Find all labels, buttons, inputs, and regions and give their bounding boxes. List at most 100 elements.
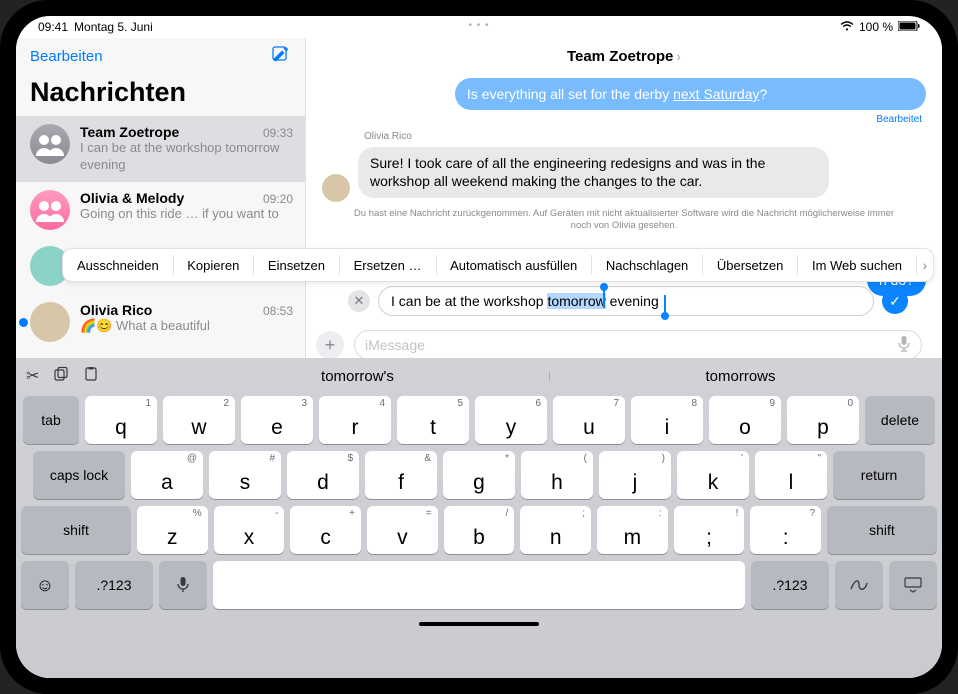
emoji-key[interactable]: ☺ [21, 561, 69, 609]
conversation-header[interactable]: Team Zoetrope › [306, 38, 942, 74]
selection-handle-end-icon[interactable] [664, 295, 666, 313]
context-autofill[interactable]: Automatisch ausfüllen [436, 249, 591, 281]
draft-input[interactable]: I can be at the workshop tomorrow evenin… [378, 286, 874, 316]
key-h[interactable]: (h [521, 451, 593, 499]
key-n[interactable]: ;n [520, 506, 591, 554]
key-o[interactable]: 9o [709, 396, 781, 444]
numsym-key-left[interactable]: .?123 [75, 561, 153, 609]
close-draft-button[interactable]: ✕ [348, 290, 370, 312]
dictation-key[interactable] [159, 561, 207, 609]
key-v[interactable]: =v [367, 506, 438, 554]
cut-tool-icon[interactable]: ✂ [26, 366, 39, 387]
delete-key[interactable]: delete [865, 396, 935, 444]
received-message[interactable]: Sure! I took care of all the engineering… [358, 147, 829, 197]
paste-tool-icon[interactable] [83, 366, 99, 387]
sidebar-title: Nachrichten [16, 71, 305, 116]
capslock-key[interactable]: caps lock [33, 451, 125, 499]
tab-key[interactable]: tab [23, 396, 79, 444]
handwriting-key[interactable] [835, 561, 883, 609]
key-t[interactable]: 5t [397, 396, 469, 444]
conversation-name: Olivia Rico [80, 302, 152, 318]
shift-key-left[interactable]: shift [21, 506, 131, 554]
copy-tool-icon[interactable] [53, 366, 69, 387]
text-context-menu: Ausschneiden Kopieren Einsetzen Ersetzen… [62, 248, 934, 282]
sent-message[interactable]: Is everything all set for the derby next… [455, 78, 926, 110]
conversation-preview: Going on this ride … if you want to [80, 206, 293, 223]
confirm-edit-button[interactable]: ✓ [882, 288, 908, 314]
keyboard: ✂ tomorrow's tomorrows tab1q2w3e4r5t6y7u… [16, 358, 942, 678]
dismiss-keyboard-key[interactable] [889, 561, 937, 609]
key-b[interactable]: /b [444, 506, 515, 554]
key-e[interactable]: 3e [241, 396, 313, 444]
suggestion[interactable]: tomorrows [549, 368, 932, 385]
numsym-key-right[interactable]: .?123 [751, 561, 829, 609]
compose-input[interactable]: iMessage [354, 330, 922, 360]
key-z[interactable]: %z [137, 506, 208, 554]
multitask-dots[interactable]: • • • [468, 20, 489, 31]
context-translate[interactable]: Übersetzen [703, 249, 797, 281]
key-p[interactable]: 0p [787, 396, 859, 444]
status-date: Montag 5. Juni [74, 20, 153, 34]
conversation-time: 08:53 [263, 304, 293, 318]
suggestion[interactable]: tomorrow's [166, 368, 549, 385]
context-websearch[interactable]: Im Web suchen [798, 249, 916, 281]
battery-text: 100 % [859, 20, 893, 34]
conversation-time: 09:20 [263, 192, 293, 206]
key-f[interactable]: &f [365, 451, 437, 499]
draft-text-before: I can be at the workshop [391, 293, 547, 309]
wifi-icon [840, 20, 854, 34]
key-l[interactable]: "l [755, 451, 827, 499]
chevron-right-icon: › [676, 48, 681, 64]
sender-label: Olivia Rico [364, 131, 926, 142]
context-paste[interactable]: Einsetzen [254, 249, 339, 281]
conversation-item[interactable]: Olivia & Melody09:20 Going on this ride … [16, 182, 305, 238]
retraction-notice: Du hast eine Nachricht zurückgenommen. A… [352, 208, 896, 233]
edit-button[interactable]: Bearbeiten [30, 48, 103, 65]
home-indicator[interactable] [419, 622, 539, 626]
link-text[interactable]: next Saturday [673, 86, 759, 102]
edited-label: Bearbeitet [322, 114, 922, 125]
conversation-preview: I can be at the workshop tomorrow evenin… [80, 140, 293, 174]
key-y[interactable]: 6y [475, 396, 547, 444]
key-c[interactable]: +c [290, 506, 361, 554]
conversation-preview: 🌈😊 What a beautiful [80, 318, 293, 335]
dictation-icon[interactable] [897, 335, 911, 356]
key-q[interactable]: 1q [85, 396, 157, 444]
key-j[interactable]: )j [599, 451, 671, 499]
key-;[interactable]: !; [674, 506, 745, 554]
shift-key-right[interactable]: shift [827, 506, 937, 554]
context-cut[interactable]: Ausschneiden [63, 249, 173, 281]
return-key[interactable]: return [833, 451, 925, 499]
key-u[interactable]: 7u [553, 396, 625, 444]
avatar-icon [322, 174, 350, 202]
key-r[interactable]: 4r [319, 396, 391, 444]
key-k[interactable]: 'k [677, 451, 749, 499]
compose-placeholder: iMessage [365, 337, 425, 353]
key-d[interactable]: $d [287, 451, 359, 499]
draft-selection[interactable]: tomorrow [547, 293, 605, 309]
key-x[interactable]: -x [214, 506, 285, 554]
conversation-item[interactable]: Olivia Rico 08:53 🌈😊 What a beautiful [16, 294, 305, 350]
draft-text-after: evening [606, 293, 659, 309]
avatar-group-icon [30, 124, 70, 164]
context-lookup[interactable]: Nachschlagen [592, 249, 702, 281]
context-more-icon[interactable]: › [917, 257, 933, 273]
key-m[interactable]: :m [597, 506, 668, 554]
key-w[interactable]: 2w [163, 396, 235, 444]
compose-button[interactable] [271, 44, 291, 69]
conversation-item[interactable]: Team Zoetrope 09:33 I can be at the works… [16, 116, 305, 182]
add-attachment-button[interactable]: + [316, 331, 344, 359]
unread-dot-icon [19, 318, 28, 327]
conversation-time: 09:33 [263, 126, 293, 140]
space-key[interactable] [213, 561, 745, 609]
key-i[interactable]: 8i [631, 396, 703, 444]
key-s[interactable]: #s [209, 451, 281, 499]
key-g[interactable]: *g [443, 451, 515, 499]
key-a[interactable]: @a [131, 451, 203, 499]
status-time: 09:41 [38, 20, 68, 34]
context-replace[interactable]: Ersetzen … [340, 249, 436, 281]
context-copy[interactable]: Kopieren [173, 249, 253, 281]
selection-handle-start-icon[interactable] [603, 290, 605, 308]
key-:[interactable]: ?: [750, 506, 821, 554]
conversation-name: Team Zoetrope [80, 124, 179, 140]
